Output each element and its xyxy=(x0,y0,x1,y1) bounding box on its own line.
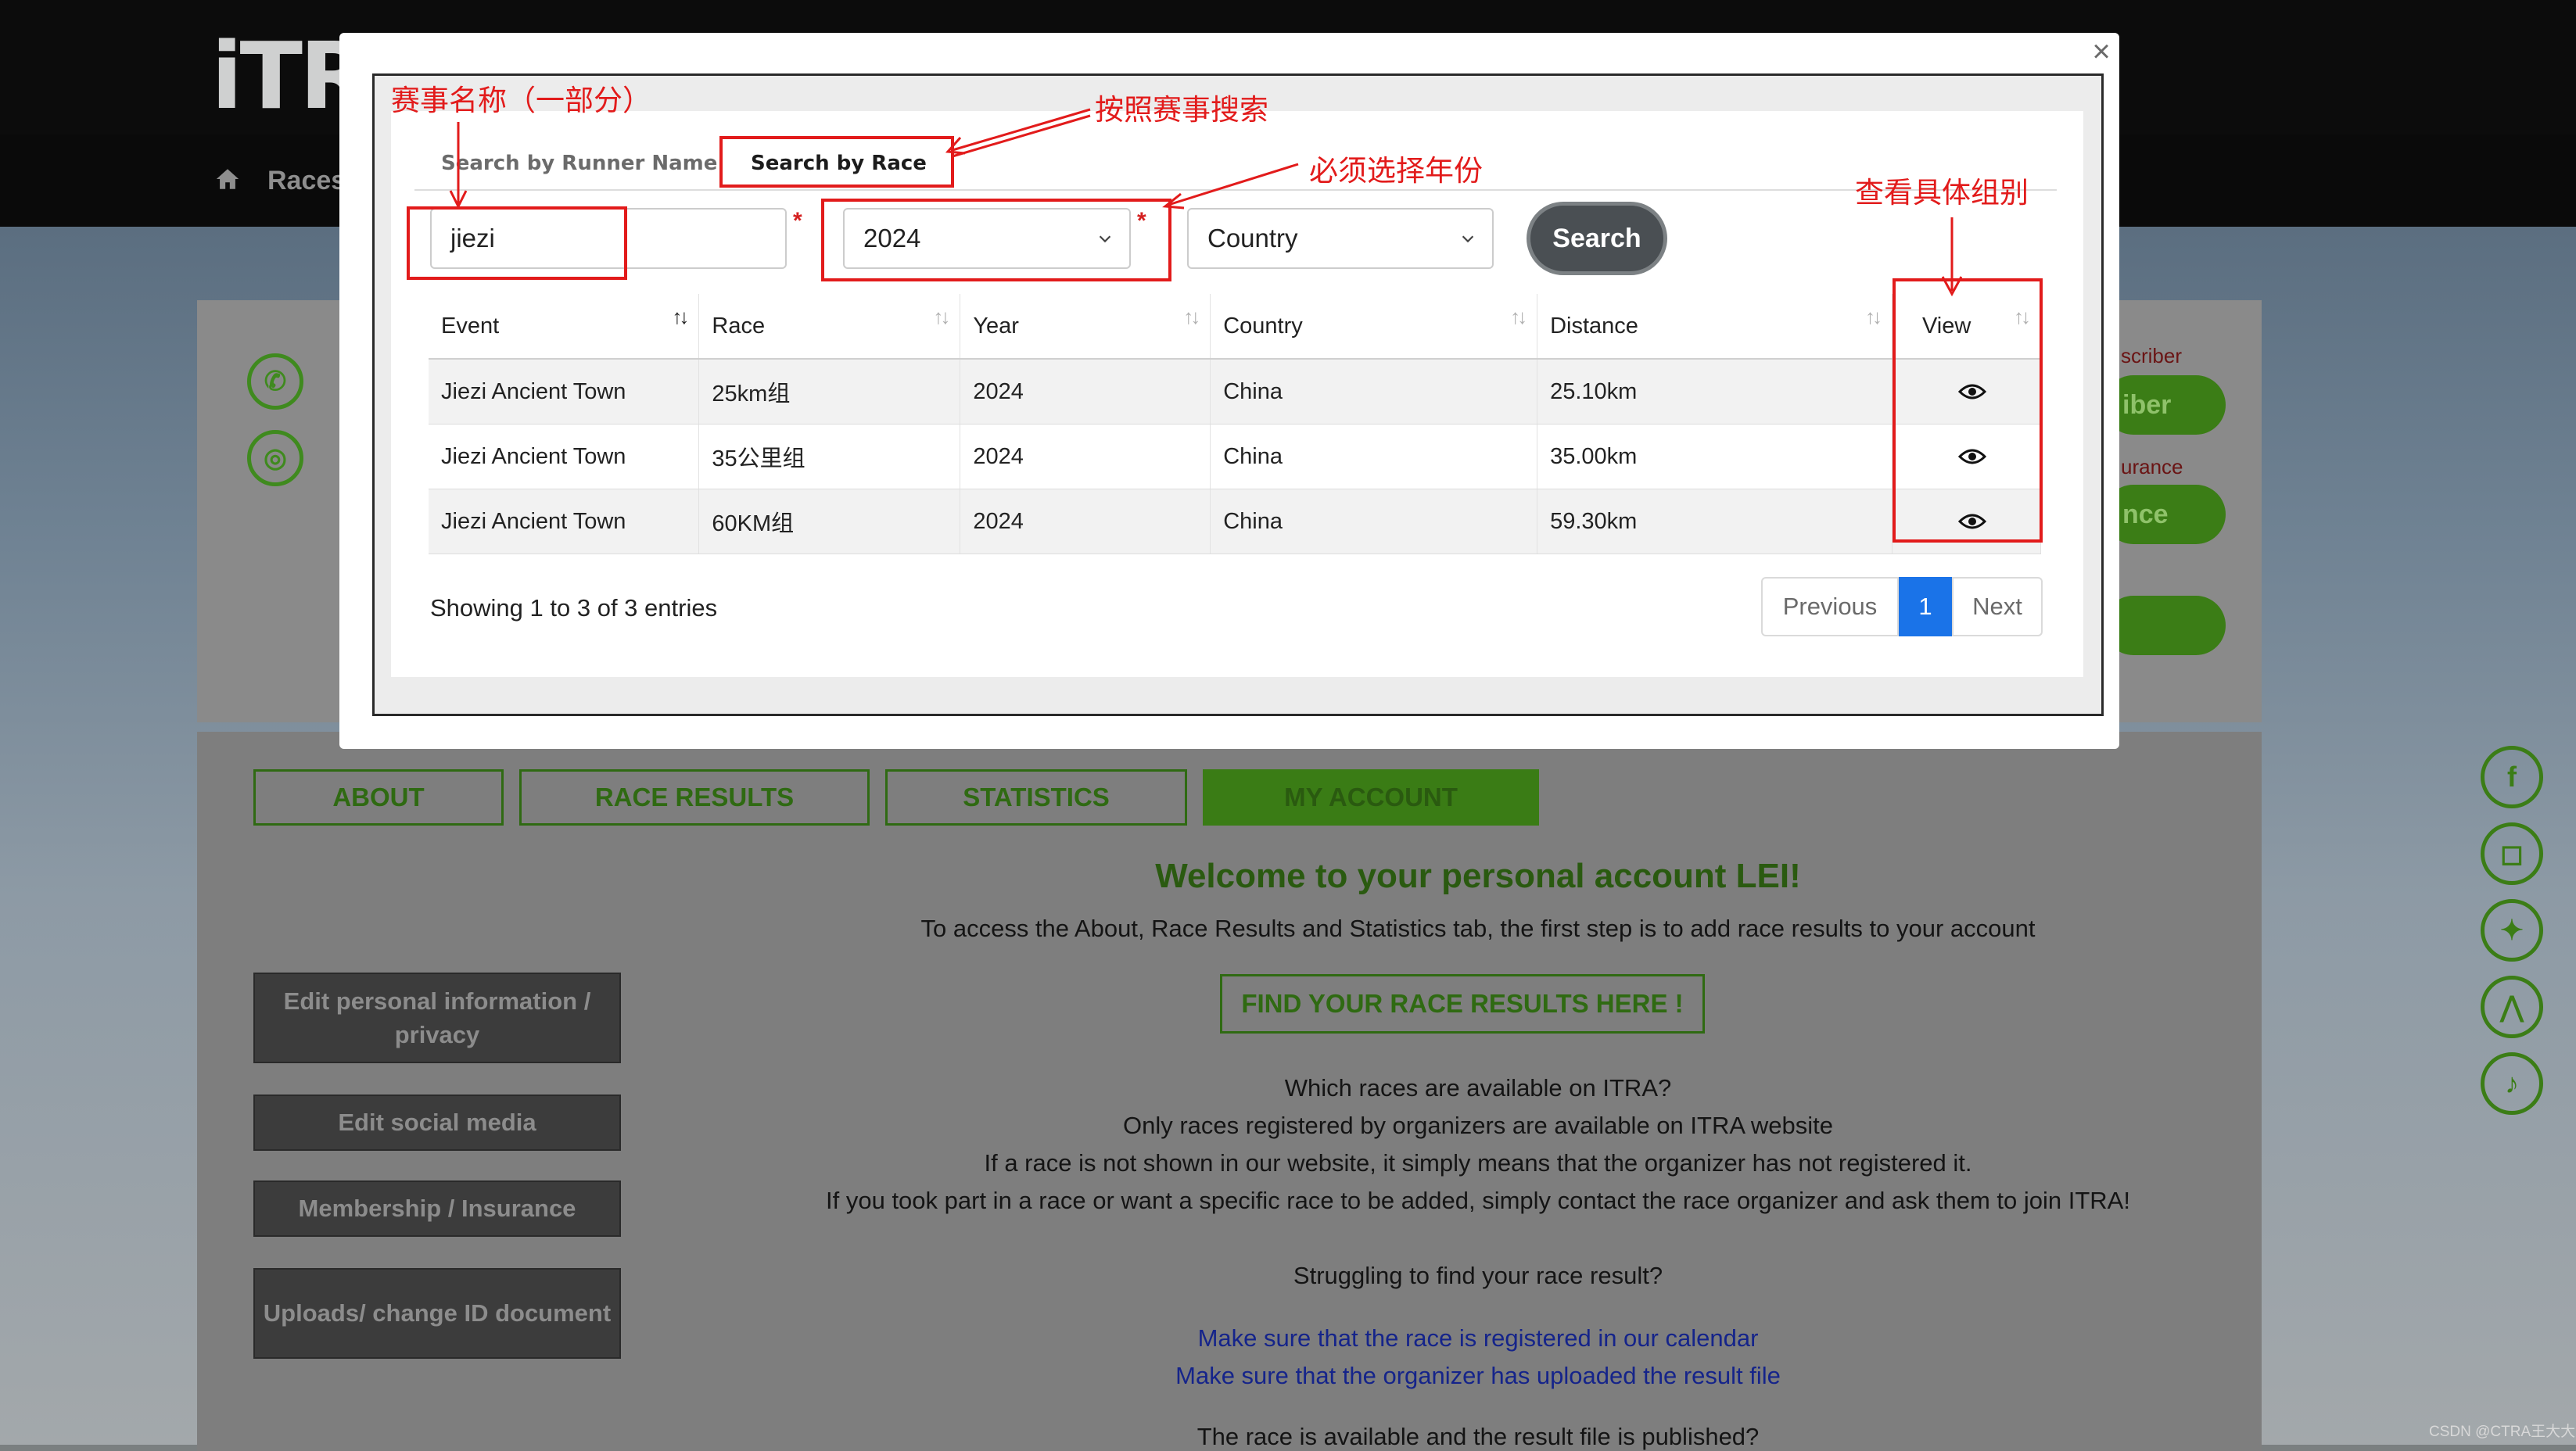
annotation-arrows xyxy=(449,108,1963,297)
